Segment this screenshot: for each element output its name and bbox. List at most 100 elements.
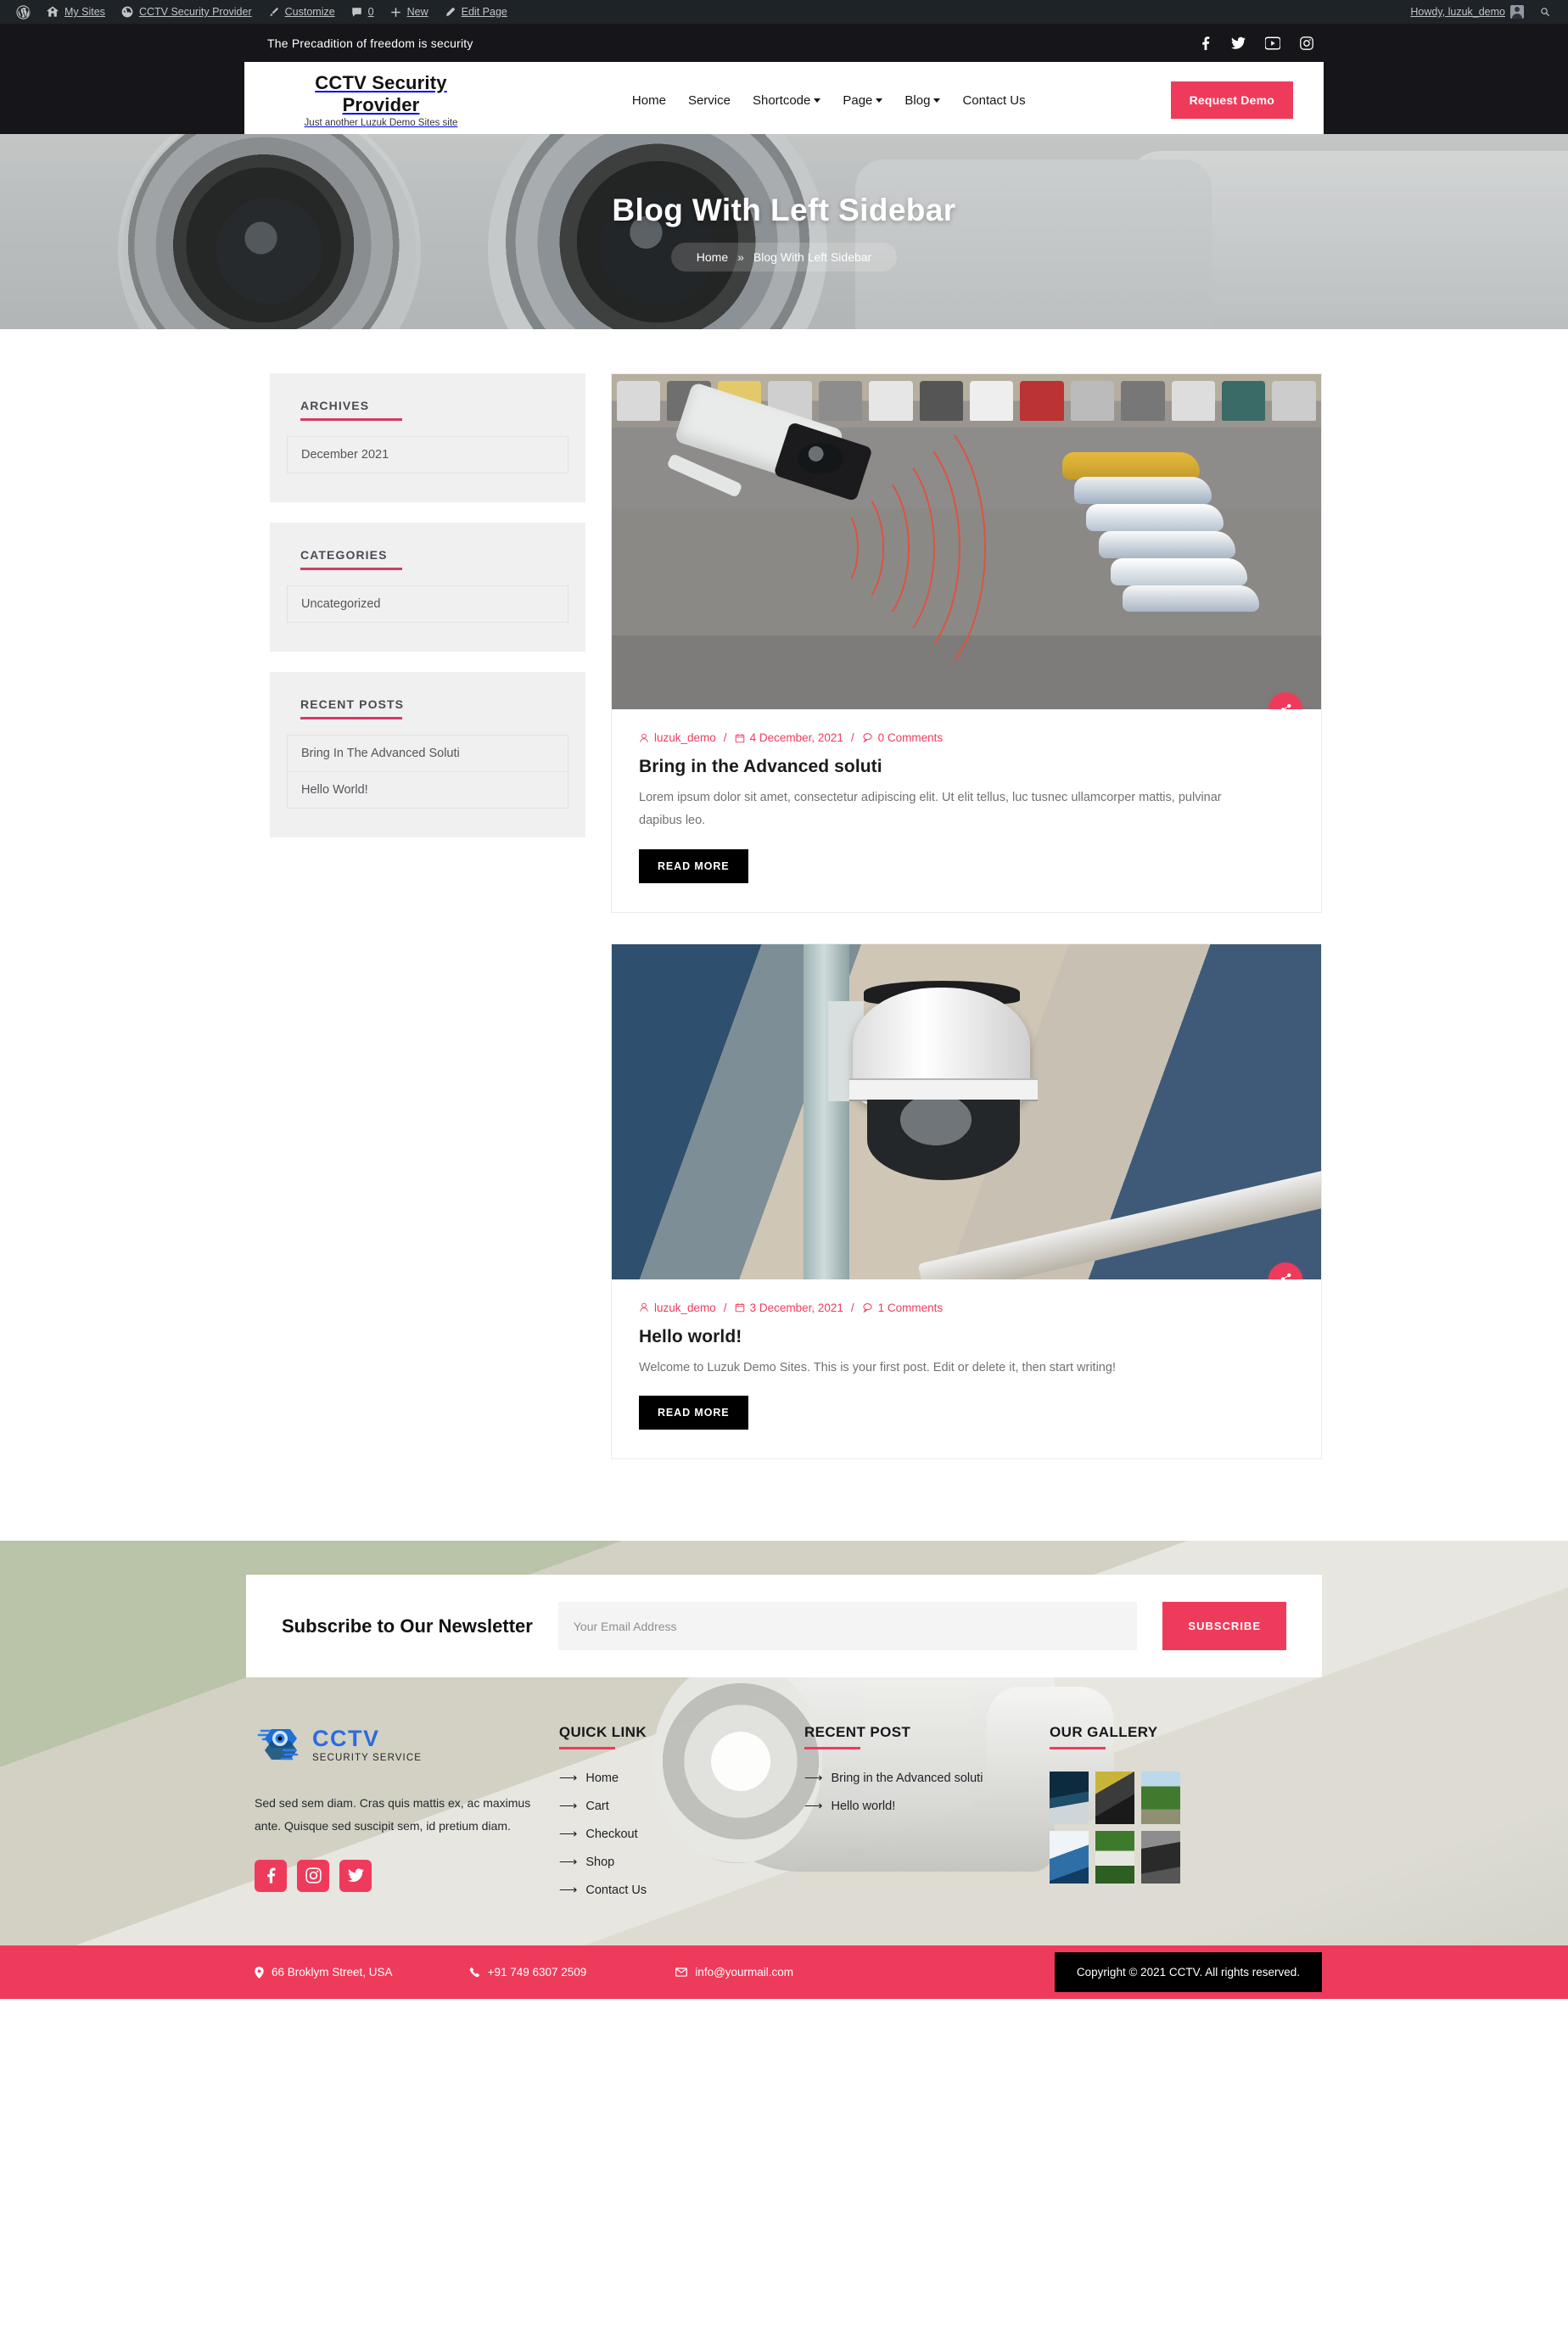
site-tagline: The Precadition of freedom is security [267, 36, 473, 50]
archives-list: December 2021 [287, 436, 568, 473]
footer-phone: +91 749 6307 2509 [469, 1966, 586, 1979]
categories-list: Uncategorized [287, 585, 568, 623]
subscribe-button[interactable]: SUBSCRIBE [1162, 1602, 1286, 1651]
footer-bottom-bar: 66 Broklym Street, USA +91 749 6307 2509… [0, 1945, 1568, 2000]
widget-title: ARCHIVES [300, 399, 568, 421]
read-more-button[interactable]: READ MORE [639, 1396, 748, 1430]
footer-recent-post-column: RECENT POST ⟶ Bring in the Advanced solut… [804, 1724, 1041, 1912]
list-item[interactable]: ⟶ Bring in the Advanced soluti [804, 1772, 1041, 1785]
nav-item-home[interactable]: Home [632, 93, 666, 108]
footer-recent-post-link[interactable]: ⟶ Hello world! [804, 1800, 1041, 1813]
post-comments[interactable]: 1 Comments [862, 1301, 943, 1314]
post-title[interactable]: Hello world! [639, 1327, 1294, 1347]
comments-count: 0 [367, 6, 374, 18]
list-item[interactable]: December 2021 [288, 437, 568, 473]
category-link[interactable]: Uncategorized [288, 586, 568, 622]
newsletter-section: Subscribe to Our Newsletter SUBSCRIBE [0, 1575, 1568, 1678]
quick-link-contact-us[interactable]: ⟶ Contact Us [559, 1884, 796, 1897]
footer-columns: CCTV SECURITY SERVICE Sed sed sem diam. … [0, 1677, 1568, 1945]
site-branding[interactable]: CCTV Security Provider Just another Luzu… [275, 72, 487, 129]
site-description: Just another Luzuk Demo Sites site [304, 118, 458, 129]
calendar-icon [735, 733, 745, 743]
edit-page-menu[interactable]: Edit Page [436, 0, 515, 24]
gallery-item[interactable] [1141, 1831, 1181, 1884]
adminbar-search-button[interactable] [1532, 0, 1560, 24]
footer-logo-subtitle: SECURITY SERVICE [312, 1753, 423, 1764]
nav-item-contact-us[interactable]: Contact Us [962, 93, 1025, 108]
wordpress-logo-menu[interactable] [8, 0, 38, 24]
post-card: luzuk_demo / 4 December, 2021 / 0 Commen… [611, 373, 1322, 913]
nav-item-shortcode[interactable]: Shortcode [753, 93, 821, 108]
camera-pole [803, 943, 850, 1279]
nav-item-blog[interactable]: Blog [904, 93, 941, 108]
nav-item-page[interactable]: Page [843, 93, 883, 108]
gallery-item[interactable] [1050, 1772, 1089, 1825]
my-sites-menu[interactable]: My Sites [38, 0, 113, 24]
railing [918, 1167, 1321, 1279]
meta-separator: / [723, 1301, 727, 1314]
footer-recent-post-link[interactable]: ⟶ Bring in the Advanced soluti [804, 1772, 1041, 1785]
new-content-menu[interactable]: New [382, 0, 436, 24]
twitter-icon[interactable] [1231, 36, 1246, 50]
post-author[interactable]: luzuk_demo [639, 1301, 716, 1314]
post-featured-image[interactable] [612, 943, 1321, 1279]
list-item[interactable]: ⟶ Checkout [559, 1828, 796, 1841]
mail-icon [675, 1968, 688, 1978]
recent-post-link[interactable]: Bring In The Advanced Soluti [288, 736, 568, 771]
gallery-item[interactable] [1095, 1772, 1135, 1825]
read-more-button[interactable]: READ MORE [639, 848, 748, 883]
quick-link-checkout[interactable]: ⟶ Checkout [559, 1828, 796, 1841]
list-item[interactable]: Bring In The Advanced Soluti [288, 736, 568, 772]
facebook-icon[interactable] [255, 1859, 287, 1892]
list-item[interactable]: ⟶ Home [559, 1772, 796, 1785]
post-excerpt: Lorem ipsum dolor sit amet, consectetur … [639, 791, 1222, 827]
quick-link-home[interactable]: ⟶ Home [559, 1772, 796, 1785]
archive-link[interactable]: December 2021 [288, 437, 568, 473]
breadcrumb-home-link[interactable]: Home [697, 250, 728, 264]
arrow-right-icon: ⟶ [558, 1855, 578, 1870]
instagram-icon[interactable] [1300, 36, 1313, 50]
howdy-account-menu[interactable]: Howdy, luzuk_demo [1403, 0, 1532, 24]
gallery-title: OUR GALLERY [1050, 1724, 1322, 1750]
post-author[interactable]: luzuk_demo [639, 731, 716, 744]
share-button[interactable] [1268, 692, 1302, 709]
top-utility-bar: The Precadition of freedom is security [0, 24, 1568, 62]
list-item[interactable]: Hello World! [288, 772, 568, 808]
site-title: CCTV Security Provider [315, 71, 447, 115]
list-item[interactable]: ⟶ Hello world! [804, 1800, 1041, 1813]
list-item[interactable]: ⟶ Cart [559, 1800, 796, 1813]
facebook-icon[interactable] [1200, 36, 1212, 50]
email-field[interactable] [557, 1602, 1138, 1651]
twitter-icon[interactable] [339, 1859, 372, 1892]
post-date[interactable]: 3 December, 2021 [735, 1301, 843, 1314]
youtube-icon[interactable] [1265, 36, 1280, 50]
request-demo-button[interactable]: Request Demo [1170, 81, 1293, 119]
quick-link-cart[interactable]: ⟶ Cart [559, 1800, 796, 1813]
list-item[interactable]: Uncategorized [288, 586, 568, 622]
footer-quick-link-column: QUICK LINK ⟶ Home ⟶ Cart ⟶ Checkout ⟶ Shop ⟶… [558, 1724, 796, 1912]
site-name-menu[interactable]: CCTV Security Provider [113, 0, 260, 24]
gallery-item[interactable] [1095, 1831, 1135, 1884]
share-button[interactable] [1268, 1262, 1302, 1279]
gallery-item[interactable] [1141, 1772, 1181, 1825]
post-comments[interactable]: 0 Comments [862, 731, 943, 744]
instagram-icon[interactable] [297, 1859, 329, 1892]
post-meta: luzuk_demo / 3 December, 2021 / 1 Commen… [639, 1301, 1294, 1314]
edit-page-label: Edit Page [461, 6, 507, 18]
list-item[interactable]: ⟶ Contact Us [559, 1884, 796, 1897]
comments-menu[interactable]: 0 [343, 0, 382, 24]
post-featured-image[interactable] [612, 374, 1321, 709]
customize-label: Customize [284, 6, 335, 18]
recent-post-link[interactable]: Hello World! [288, 772, 568, 808]
quick-link-shop[interactable]: ⟶ Shop [559, 1856, 796, 1869]
post-date-text: 3 December, 2021 [749, 1301, 843, 1314]
post-author-name: luzuk_demo [654, 731, 716, 744]
post-date[interactable]: 4 December, 2021 [735, 731, 843, 744]
footer-logo[interactable]: CCTV SECURITY SERVICE [255, 1724, 551, 1766]
nav-item-service[interactable]: Service [688, 93, 731, 108]
customize-menu[interactable]: Customize [260, 0, 343, 24]
post-title[interactable]: Bring in the Advanced soluti [639, 757, 1294, 777]
nav-label: Contact Us [962, 92, 1026, 108]
list-item[interactable]: ⟶ Shop [559, 1856, 796, 1869]
gallery-item[interactable] [1050, 1831, 1089, 1884]
